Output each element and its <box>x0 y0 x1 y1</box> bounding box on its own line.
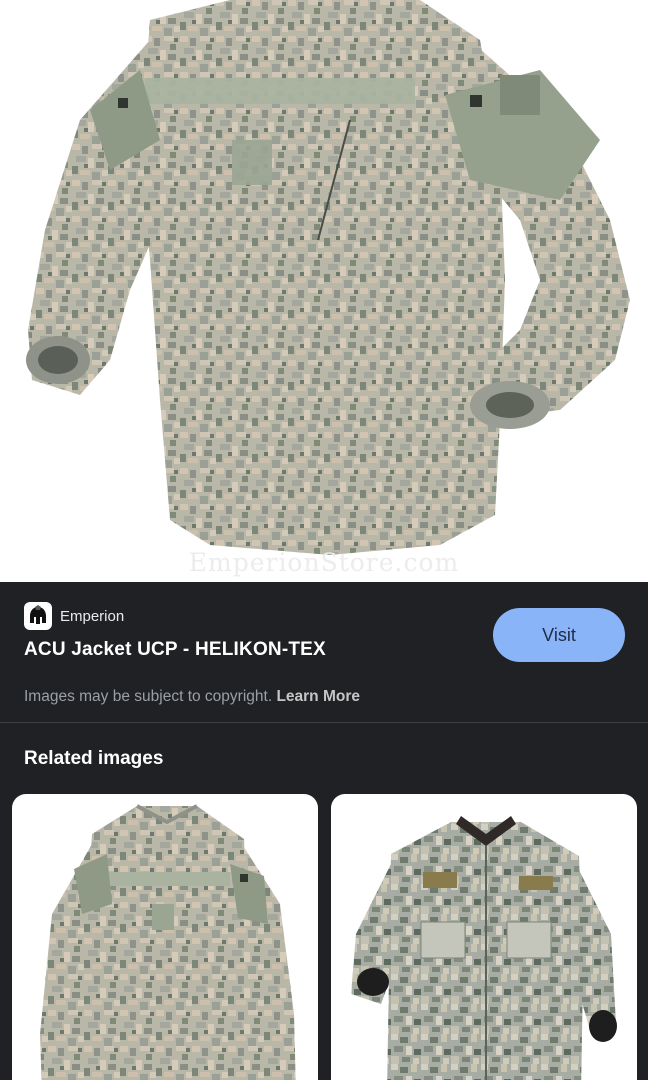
source-row[interactable]: Emperion <box>24 602 124 630</box>
related-image-card[interactable] <box>331 794 637 1080</box>
result-info-panel: Emperion ACU Jacket UCP - HELIKON-TEX Vi… <box>0 582 648 722</box>
copyright-text: Images may be subject to copyright. <box>24 688 273 705</box>
source-name: Emperion <box>60 607 125 625</box>
watermark-text: EmperionStore.com <box>188 548 460 577</box>
learn-more-link[interactable]: Learn More <box>276 688 360 705</box>
result-title[interactable]: ACU Jacket UCP - HELIKON-TEX <box>24 639 326 661</box>
visit-button[interactable]: Visit <box>493 608 625 662</box>
hero-image[interactable]: EmperionStore.com <box>0 0 648 582</box>
related-jacket-image <box>40 804 296 1080</box>
spartan-helmet-icon <box>24 602 52 630</box>
jacket-illustration <box>26 0 630 555</box>
related-images-heading: Related images <box>24 748 164 769</box>
related-image-card[interactable] <box>12 794 318 1080</box>
related-jacket-image <box>351 816 617 1080</box>
section-divider <box>0 722 648 723</box>
copyright-notice: Images may be subject to copyright. Lear… <box>24 688 360 706</box>
image-viewer-page: EmperionStore.com Emperion ACU Jacket UC… <box>0 0 648 1080</box>
